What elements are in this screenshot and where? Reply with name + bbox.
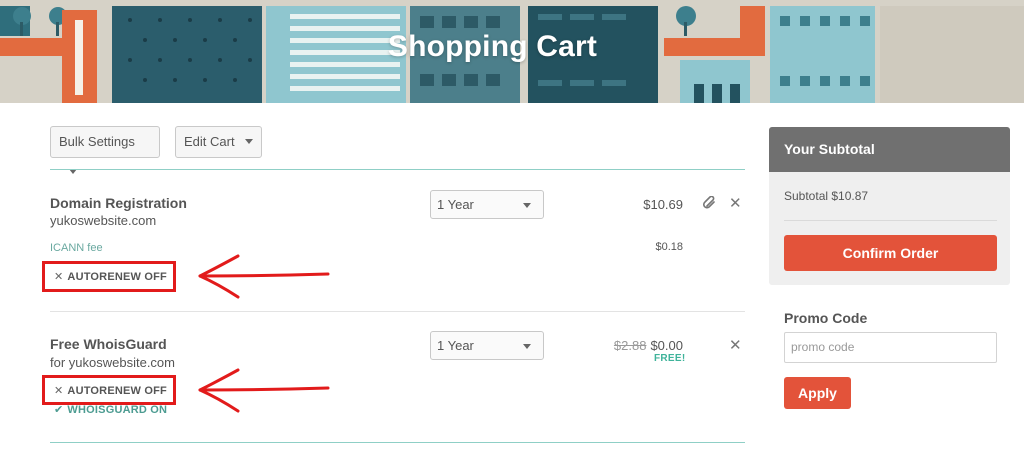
annotation-box xyxy=(42,261,176,292)
remove-item-icon[interactable]: ✕ xyxy=(729,196,742,212)
chevron-down-icon xyxy=(523,203,531,208)
edit-cart-dropdown[interactable]: Edit Cart xyxy=(175,126,262,158)
term-select-value: 1 Year xyxy=(437,338,474,353)
apply-button[interactable]: Apply xyxy=(784,377,851,409)
item-domain: yukoswebsite.com xyxy=(50,213,157,228)
promo-code-input[interactable]: promo code xyxy=(784,332,997,363)
edit-cart-label: Edit Cart xyxy=(184,134,235,149)
new-price: $0.00 xyxy=(650,338,683,353)
item-divider xyxy=(50,311,745,312)
item-title: Free WhoisGuard xyxy=(50,336,167,352)
fee-label: ICANN fee xyxy=(50,242,103,254)
subtotal-heading: Your Subtotal xyxy=(769,127,1010,172)
item-title: Domain Registration xyxy=(50,195,187,211)
page-banner: Shopping Cart xyxy=(0,0,1024,103)
free-badge: FREE! xyxy=(654,353,686,364)
old-price: $2.88 xyxy=(613,338,647,353)
remove-item-icon[interactable]: ✕ xyxy=(729,338,742,354)
subtotal-amount: Subtotal $10.87 xyxy=(784,189,869,203)
fee-price: $0.18 xyxy=(655,241,683,253)
annotation-box xyxy=(42,375,176,405)
confirm-order-button[interactable]: Confirm Order xyxy=(784,235,997,271)
page-title: Shopping Cart xyxy=(387,30,598,63)
promo-code-label: Promo Code xyxy=(784,310,868,326)
check-icon: ✔ xyxy=(54,404,64,416)
bulk-settings-dropdown[interactable]: Bulk Settings xyxy=(50,126,160,174)
term-select[interactable]: 1 Year xyxy=(430,331,544,360)
annotation-arrow xyxy=(198,368,330,413)
term-select-value: 1 Year xyxy=(437,197,474,212)
whoisguard-toggle[interactable]: ✔ WHOISGUARD ON xyxy=(54,403,167,416)
chevron-down-icon xyxy=(244,139,253,144)
item-domain: for yukoswebsite.com xyxy=(50,355,175,370)
whoisguard-label: WHOISGUARD ON xyxy=(67,404,168,416)
cart-divider-top xyxy=(50,169,745,170)
chevron-down-icon xyxy=(523,344,531,349)
term-select[interactable]: 1 Year xyxy=(430,190,544,219)
bulk-settings-label: Bulk Settings xyxy=(59,134,135,149)
item-price: $2.88 $0.00 xyxy=(590,338,683,353)
cart-divider-bottom xyxy=(50,442,745,443)
subtotal-divider xyxy=(784,220,997,221)
item-price: $10.69 xyxy=(643,197,683,212)
annotation-arrow xyxy=(198,254,330,299)
paperclip-icon[interactable] xyxy=(703,195,717,214)
subtotal-card: Your Subtotal Subtotal $10.87 Confirm Or… xyxy=(769,127,1010,285)
